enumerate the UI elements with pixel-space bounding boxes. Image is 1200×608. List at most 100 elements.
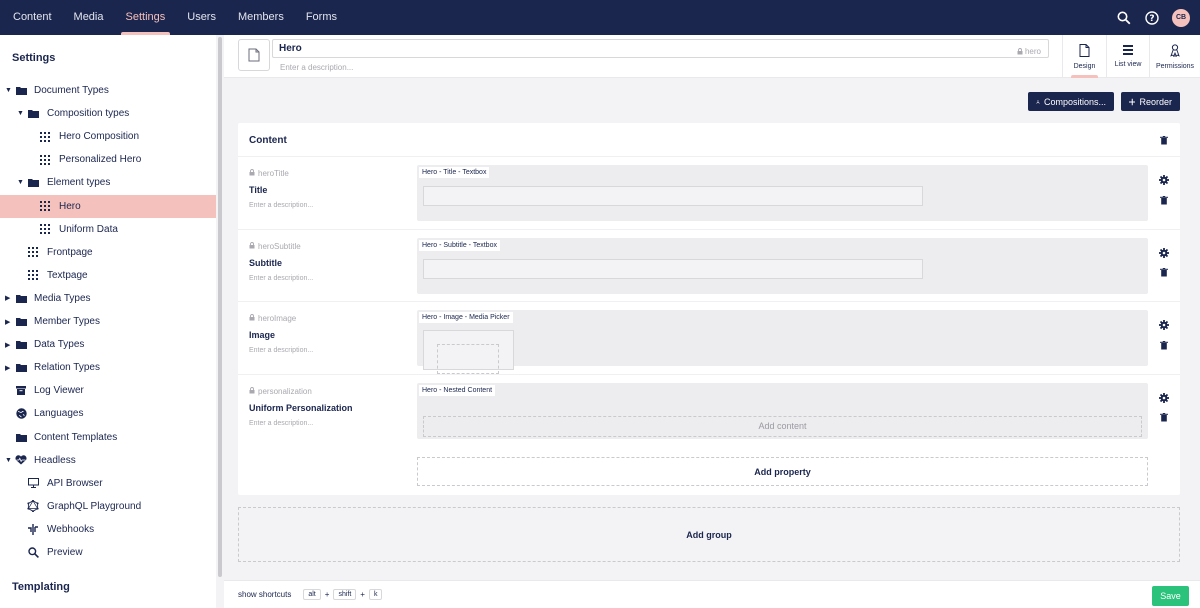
sidebar-item-headless[interactable]: ▼ Headless [0, 449, 216, 472]
property-label[interactable]: Subtitle [249, 258, 282, 268]
sidebar-item-preview[interactable]: Preview [0, 541, 216, 564]
sidebar-item-relation-types[interactable]: ▶ Relation Types [0, 356, 216, 379]
sidebar: Settings ▼ Document Types ▼ Composition typ… [0, 35, 216, 608]
property-alias[interactable]: heroTitle [249, 169, 289, 178]
caret-down-icon[interactable]: ▼ [17, 110, 25, 117]
caret-down-icon[interactable]: ▼ [5, 87, 13, 94]
sidebar-item-graphql-playground[interactable]: GraphQL Playground [0, 495, 216, 518]
scrollbar-thumb[interactable] [218, 37, 222, 577]
alias-field[interactable]: hero [1017, 43, 1041, 60]
property-editor-preview[interactable]: Hero - Title - Textbox [417, 165, 1148, 221]
search-icon[interactable] [1116, 10, 1132, 26]
delete-trash-icon[interactable] [1159, 268, 1169, 278]
show-shortcuts-label[interactable]: show shortcuts [238, 590, 291, 599]
property-editor-preview[interactable]: Hero - Image - Media Picker [417, 310, 1148, 375]
sidebar-item-api-browser[interactable]: API Browser [0, 472, 216, 495]
property-description[interactable]: Enter a description... [249, 275, 313, 282]
document-type-icon-picker[interactable] [238, 39, 270, 71]
sidebar-item-composition-types[interactable]: ▼ Composition types [0, 102, 216, 125]
sidebar-item-frontpage[interactable]: Frontpage [0, 241, 216, 264]
key-k: k [368, 589, 383, 600]
settings-gear-icon[interactable] [1159, 175, 1169, 185]
tab-members[interactable]: Members [227, 0, 295, 35]
app-tab-list-view[interactable]: List view [1106, 35, 1149, 78]
graphql-icon [27, 500, 39, 513]
save-button[interactable]: Save [1152, 586, 1189, 606]
property-row-personalization[interactable]: personalization Uniform Personalization En… [238, 373, 1180, 447]
editor-footer: show shortcuts alt + shift + k Save [224, 580, 1200, 608]
grid-icon [27, 246, 39, 258]
property-description[interactable]: Enter a description... [249, 202, 313, 209]
tab-settings[interactable]: Settings [115, 0, 177, 35]
box-icon [15, 385, 27, 397]
description-input[interactable]: Enter a description... [280, 63, 353, 72]
sidebar-item-uniform-data[interactable]: Uniform Data [0, 218, 216, 241]
lock-icon[interactable] [249, 314, 255, 323]
property-label[interactable]: Uniform Personalization [249, 403, 353, 413]
sidebar-item-languages[interactable]: Languages [0, 402, 216, 425]
property-description[interactable]: Enter a description... [249, 420, 313, 427]
property-editor-preview[interactable]: Hero - Nested Content Add content [417, 382, 1148, 439]
plus-separator: + [360, 590, 365, 599]
sidebar-item-member-types[interactable]: ▶ Member Types [0, 310, 216, 333]
sidebar-item-data-types[interactable]: ▶ Data Types [0, 333, 216, 356]
add-group-button[interactable]: Add group [238, 507, 1180, 562]
reorder-button[interactable]: Reorder [1121, 92, 1180, 111]
settings-gear-icon[interactable] [1159, 247, 1169, 258]
sidebar-item-content-templates[interactable]: Content Templates [0, 426, 216, 449]
sidebar-item-textpage[interactable]: Textpage [0, 264, 216, 287]
sidebar-item-webhooks[interactable]: Webhooks [0, 518, 216, 541]
caret-right-icon[interactable]: ▶ [5, 364, 13, 372]
app-tab-design[interactable]: Design [1062, 35, 1106, 78]
user-avatar[interactable]: CB [1172, 8, 1190, 27]
sidebar-item-label: Media Types [34, 292, 91, 304]
add-property-button[interactable]: Add property [417, 457, 1148, 486]
compositions-button[interactable]: Compositions... [1028, 92, 1114, 111]
sidebar-item-personalized-hero[interactable]: Personalized Hero [0, 148, 216, 171]
tab-media[interactable]: Media [63, 0, 115, 35]
sidebar-item-hero-composition[interactable]: Hero Composition [0, 125, 216, 148]
delete-trash-icon[interactable] [1159, 340, 1169, 350]
sidebar-scrollbar[interactable] [216, 35, 224, 608]
sidebar-item-element-types[interactable]: ▼ Element types [0, 171, 216, 194]
property-row-heroimage[interactable]: heroImage Image Enter a description... Hero… [238, 301, 1180, 375]
caret-right-icon[interactable]: ▶ [5, 341, 13, 349]
property-label[interactable]: Title [249, 185, 267, 195]
help-icon[interactable]: ? [1144, 10, 1160, 26]
property-description[interactable]: Enter a description... [249, 347, 313, 354]
lock-icon[interactable] [249, 169, 255, 178]
property-alias[interactable]: heroImage [249, 314, 296, 323]
tab-users[interactable]: Users [176, 0, 227, 35]
templating-heading[interactable]: Templating [12, 581, 70, 593]
editor-name-tag: Hero - Image - Media Picker [419, 312, 513, 324]
caret-down-icon[interactable]: ▼ [5, 457, 13, 464]
property-row-herotitle[interactable]: heroTitle Title Enter a description... Hero… [238, 156, 1180, 229]
group-title[interactable]: Content [249, 135, 287, 146]
property-alias[interactable]: personalization [249, 387, 312, 396]
lock-icon[interactable] [249, 386, 255, 396]
sidebar-item-document-types[interactable]: ▼ Document Types [0, 79, 216, 102]
tab-forms[interactable]: Forms [295, 0, 348, 35]
property-row-herosubtitle[interactable]: heroSubtitle Subtitle Enter a description.… [238, 228, 1180, 302]
settings-gear-icon[interactable] [1159, 320, 1169, 331]
property-editor-preview[interactable]: Hero - Subtitle - Textbox [417, 237, 1148, 294]
caret-right-icon[interactable]: ▶ [5, 318, 13, 326]
property-label[interactable]: Image [249, 330, 275, 340]
settings-gear-icon[interactable] [1159, 392, 1169, 403]
caret-right-icon[interactable]: ▶ [5, 294, 13, 302]
content-group: Content heroTitle Title Enter a descriptio… [238, 123, 1180, 495]
lock-icon[interactable] [249, 241, 255, 251]
sidebar-item-log-viewer[interactable]: Log Viewer [0, 379, 216, 402]
sidebar-item-media-types[interactable]: ▶ Media Types [0, 287, 216, 310]
app-tab-permissions[interactable]: Permissions [1149, 35, 1200, 78]
delete-trash-icon[interactable] [1159, 195, 1169, 205]
caret-down-icon[interactable]: ▼ [17, 179, 25, 186]
delete-trash-icon[interactable] [1159, 413, 1169, 423]
tab-content[interactable]: Content [2, 0, 63, 35]
delete-group-trash-icon[interactable] [1159, 135, 1169, 145]
add-content-button[interactable]: Add content [423, 415, 1142, 437]
name-input[interactable]: Hero hero [272, 39, 1049, 58]
sidebar-item-hero[interactable]: Hero [0, 194, 216, 218]
key-alt: alt [303, 589, 321, 600]
property-alias[interactable]: heroSubtitle [249, 242, 301, 251]
